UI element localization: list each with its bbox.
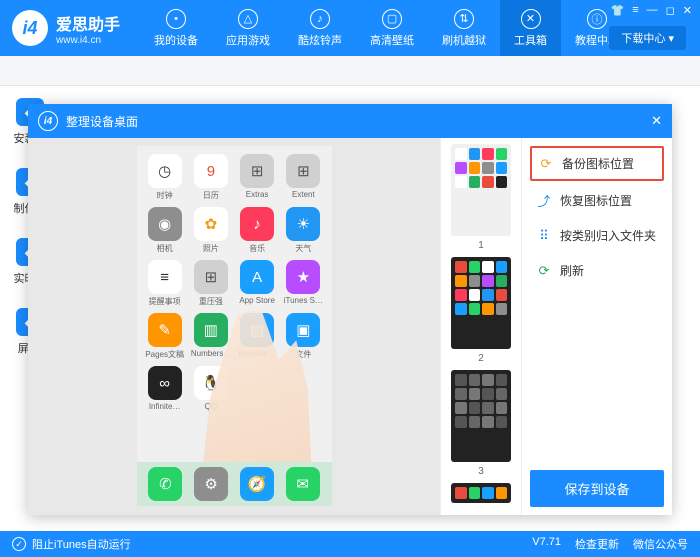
brand-url: www.i4.cn	[56, 35, 120, 46]
page-number: 1	[478, 240, 484, 251]
nav-icon: ♪	[310, 9, 330, 29]
nav-5[interactable]: ✕工具箱	[500, 0, 561, 56]
app-icon[interactable]: ✎Pages文稿	[145, 313, 185, 360]
page-thumbnails[interactable]: 1 2 3	[440, 138, 522, 515]
nav-2[interactable]: ♪酷炫铃声	[284, 0, 356, 56]
page-thumb[interactable]	[451, 144, 511, 236]
app-icon[interactable]: ★iTunes S…	[283, 260, 323, 307]
menu-icon[interactable]: ≡	[632, 4, 638, 17]
action-0[interactable]: ⟳备份图标位置	[530, 146, 664, 181]
window-controls: 👕 ≡ ― ◻ ✕	[611, 4, 692, 17]
phone-screen[interactable]: ◷时钟9日历⊞Extras⊞Extent ◉相机✿照片♪音乐☀天气 ≡提醒事项⊞重压…	[137, 146, 332, 506]
action-icon: ⠿	[536, 228, 552, 244]
check-update-link[interactable]: 检查更新	[575, 536, 619, 552]
action-1[interactable]: ⤴恢复图标位置	[530, 185, 664, 216]
page-thumb[interactable]	[451, 257, 511, 349]
nav-icon: ▢	[382, 9, 402, 29]
nav-icon: •	[166, 9, 186, 29]
page-thumb[interactable]	[451, 483, 511, 503]
app-icon[interactable]: ⊞Extras	[237, 154, 277, 201]
nav-1[interactable]: △应用游戏	[212, 0, 284, 56]
nav-icon: △	[238, 9, 258, 29]
action-2[interactable]: ⠿按类别归入文件夹	[530, 220, 664, 251]
nav-icon: ✕	[521, 9, 541, 29]
check-icon[interactable]: ✓	[12, 537, 26, 551]
app-icon[interactable]: ⊞重压强	[191, 260, 231, 307]
dock-icon[interactable]: ✆	[148, 467, 182, 501]
version-label: V7.71	[532, 536, 561, 552]
nav-3[interactable]: ▢高清壁纸	[356, 0, 428, 56]
page-number: 3	[478, 466, 484, 477]
app-icon[interactable]: ✿照片	[191, 207, 231, 254]
nav-4[interactable]: ⇅刷机越狱	[428, 0, 500, 56]
phone-dock: ✆ ⚙ 🧭 ✉	[137, 462, 332, 506]
app-icon[interactable]: AApp Store	[237, 260, 277, 307]
page-thumb[interactable]	[451, 370, 511, 462]
brand: i4 爱思助手 www.i4.cn	[12, 10, 120, 46]
action-icon: ⟳	[538, 156, 554, 172]
nav-0[interactable]: •我的设备	[140, 0, 212, 56]
modal-close-button[interactable]: ✕	[651, 113, 662, 129]
modal-title: 整理设备桌面	[66, 113, 138, 130]
save-to-device-button[interactable]: 保存到设备	[530, 470, 664, 507]
actions-panel: ⟳备份图标位置 ⤴恢复图标位置 ⠿按类别归入文件夹 ⟳刷新保存到设备	[522, 138, 672, 515]
action-3[interactable]: ⟳刷新	[530, 255, 664, 286]
brand-name: 爱思助手	[56, 11, 120, 35]
shirt-icon[interactable]: 👕	[611, 4, 625, 17]
page-number: 2	[478, 353, 484, 364]
nav-icon: ⇅	[454, 9, 474, 29]
app-icon[interactable]: ◷时钟	[145, 154, 185, 201]
dock-icon[interactable]: ⚙	[194, 467, 228, 501]
status-bar: ✓ 阻止iTunes自动运行 V7.71 检查更新 微信公众号	[0, 531, 700, 557]
app-icon[interactable]: ∞Infinite…	[145, 366, 185, 411]
app-icon[interactable]: ≡提醒事项	[145, 260, 185, 307]
app-icon[interactable]: 9日历	[191, 154, 231, 201]
dock-icon[interactable]: 🧭	[240, 467, 274, 501]
sub-toolbar	[0, 56, 700, 86]
modal-header: i4 整理设备桌面 ✕	[28, 104, 672, 138]
app-icon[interactable]: ♪音乐	[237, 207, 277, 254]
modal-logo-icon: i4	[38, 111, 58, 131]
app-icon[interactable]: ☀天气	[283, 207, 323, 254]
app-icon[interactable]: ◉相机	[145, 207, 185, 254]
wechat-link[interactable]: 微信公众号	[633, 536, 688, 552]
dock-icon[interactable]: ✉	[286, 467, 320, 501]
close-icon[interactable]: ✕	[683, 4, 692, 17]
app-icon[interactable]: ⊞Extent	[283, 154, 323, 201]
organize-desktop-modal: i4 整理设备桌面 ✕ ◷时钟9日历⊞Extras⊞Extent ◉相机✿照片♪音…	[28, 104, 672, 515]
minimize-icon[interactable]: ―	[647, 4, 658, 17]
app-header: i4 爱思助手 www.i4.cn •我的设备△应用游戏♪酷炫铃声▢高清壁纸⇅刷…	[0, 0, 700, 56]
action-icon: ⤴	[536, 193, 552, 209]
app-icon[interactable]: ▥Numbers…	[191, 313, 231, 360]
block-itunes-label[interactable]: 阻止iTunes自动运行	[32, 536, 131, 552]
logo-icon: i4	[12, 10, 48, 46]
top-nav: •我的设备△应用游戏♪酷炫铃声▢高清壁纸⇅刷机越狱✕工具箱ⓘ教程中心	[140, 0, 633, 56]
preview-pane: ◷时钟9日历⊞Extras⊞Extent ◉相机✿照片♪音乐☀天气 ≡提醒事项⊞重压…	[28, 138, 440, 515]
maximize-icon[interactable]: ◻	[666, 4, 675, 17]
action-icon: ⟳	[536, 263, 552, 279]
download-center-button[interactable]: 下载中心 ▾	[609, 26, 686, 50]
nav-icon: ⓘ	[587, 9, 607, 29]
